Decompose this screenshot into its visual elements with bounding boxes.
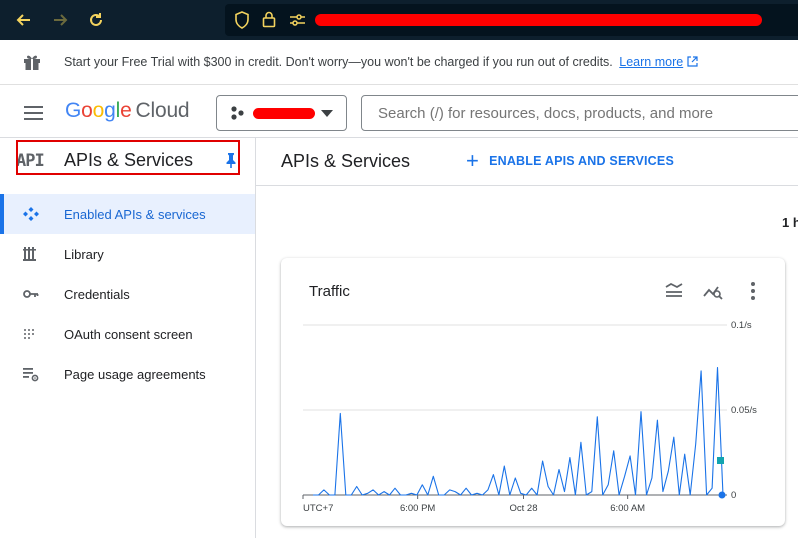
sidebar-item-label: Page usage agreements <box>64 366 206 382</box>
logo-letter: G <box>65 99 82 122</box>
enable-apis-button[interactable]: + ENABLE APIS AND SERVICES <box>466 150 674 172</box>
sidebar-item-library[interactable]: Library <box>0 234 255 274</box>
project-icon <box>231 106 244 120</box>
project-picker[interactable] <box>216 95 347 131</box>
x-tick-label: 6:00 PM <box>400 503 435 514</box>
header-divider <box>256 185 798 186</box>
traffic-series-line <box>313 366 724 496</box>
google-cloud-logo[interactable]: Google Cloud <box>65 99 190 123</box>
permissions-icon[interactable] <box>289 13 306 27</box>
learn-more-label: Learn more <box>619 55 684 69</box>
menu-icon[interactable] <box>24 105 44 121</box>
sidebar: API APIs & Services Enabled APIs & servi… <box>0 138 256 538</box>
banner-message: Start your Free Trial with $300 in credi… <box>64 55 613 69</box>
sidebar-item-label: OAuth consent screen <box>64 326 193 342</box>
y-tick-label: 0.05/s <box>731 405 757 416</box>
banner-text: Start your Free Trial with $300 in credi… <box>64 55 698 69</box>
x-tick-label: Oct 28 <box>510 503 538 514</box>
gift-icon <box>24 55 40 70</box>
logo-letter: g <box>104 99 116 122</box>
learn-more-link[interactable]: Learn more <box>619 55 683 69</box>
search-input[interactable] <box>378 105 798 122</box>
library-icon <box>23 247 36 261</box>
chevron-down-icon <box>321 110 333 117</box>
y-tick-label: 0.1/s <box>731 320 752 331</box>
logo-letter: o <box>92 99 105 122</box>
oauth-icon <box>24 329 34 339</box>
current-value-marker <box>717 457 724 464</box>
logo-letter: e <box>120 99 132 122</box>
active-indicator <box>0 194 4 234</box>
enabled-apis-icon <box>23 207 39 221</box>
search-bar[interactable] <box>361 95 798 131</box>
x-tick-label: 6:00 AM <box>610 503 645 514</box>
logo-letter: o <box>81 99 93 122</box>
logo-cloud-text: Cloud <box>135 99 190 122</box>
sidebar-item-credentials[interactable]: Credentials <box>0 274 255 314</box>
arrow-right-icon[interactable] <box>48 8 72 32</box>
y-tick-label: 0 <box>731 490 736 501</box>
browser-toolbar <box>0 0 798 40</box>
redacted-project-name <box>253 108 315 119</box>
plus-icon: + <box>466 148 480 173</box>
free-trial-banner: Start your Free Trial with $300 in credi… <box>0 40 798 85</box>
redacted-url <box>315 14 762 26</box>
lock-icon[interactable] <box>262 11 276 28</box>
sidebar-item-enabled-apis[interactable]: Enabled APIs & services <box>0 194 255 234</box>
external-link-icon[interactable] <box>687 56 698 67</box>
credentials-highlight <box>16 140 240 175</box>
arrow-left-icon[interactable] <box>12 8 36 32</box>
shield-icon[interactable] <box>234 11 250 29</box>
page-title: APIs & Services <box>281 151 411 171</box>
current-point-marker <box>718 491 726 499</box>
time-range-label[interactable]: 1 h <box>782 215 798 230</box>
sidebar-item-label: Enabled APIs & services <box>64 206 206 222</box>
settings-list-icon <box>23 368 39 382</box>
sidebar-item-oauth[interactable]: OAuth consent screen <box>0 314 255 354</box>
enable-apis-label: ENABLE APIS AND SERVICES <box>489 154 674 168</box>
sidebar-item-label: Credentials <box>64 286 130 302</box>
reload-icon[interactable] <box>84 8 108 32</box>
key-icon <box>23 290 39 298</box>
traffic-chart[interactable]: 0.1/s 0.05/s 0 UTC+7 6:00 PM Oct 28 6:00 AM <box>281 258 785 526</box>
x-tick-label: UTC+7 <box>303 503 333 514</box>
traffic-card: Traffic 0.1/s 0.05/s 0 UTC+7 6:00 PM Oct 28 6:… <box>281 258 785 526</box>
sidebar-item-page-usage[interactable]: Page usage agreements <box>0 354 255 394</box>
sidebar-item-label: Library <box>64 246 104 262</box>
